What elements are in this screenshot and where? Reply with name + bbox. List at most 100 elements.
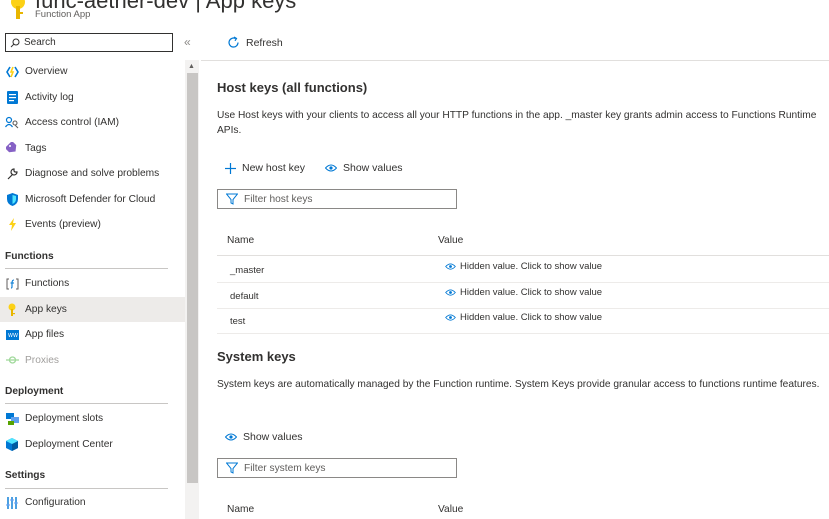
sidebar-item-activity-log[interactable]: Activity log (0, 85, 185, 111)
app-files-icon: WW (5, 328, 19, 342)
section-divider (5, 268, 168, 269)
sidebar-item-overview[interactable]: Overview (0, 59, 185, 85)
search-icon (10, 38, 20, 47)
command-bar: Refresh (201, 28, 829, 61)
host-keys-heading: Host keys (all functions) (217, 80, 368, 95)
wrench-icon (5, 167, 19, 181)
sidebar-item-label: Configuration (25, 497, 86, 509)
hidden-value-text: Hidden value. Click to show value (460, 287, 603, 298)
iam-icon (5, 116, 19, 130)
key-icon (5, 302, 19, 316)
sidebar-item-label: Diagnose and solve problems (25, 168, 160, 180)
sliders-icon (5, 496, 19, 510)
filter-host-keys-input[interactable]: Filter host keys (217, 189, 457, 209)
hidden-value-link[interactable]: Hidden value. Click to show value (445, 261, 602, 272)
sidebar-item-deployment-center[interactable]: Deployment Center (0, 432, 185, 458)
hidden-value-text: Hidden value. Click to show value (460, 261, 603, 272)
sidebar-item-label: Activity log (25, 91, 74, 103)
sidebar-item-label: Tags (25, 142, 47, 154)
sidebar-item-label: Functions (25, 278, 70, 290)
section-divider (5, 403, 168, 404)
table-row: _master Hidden value. Click to show valu… (217, 257, 829, 283)
eye-icon (445, 314, 456, 321)
sidebar-nav-functions: Functions App keys WW App files Proxies (0, 271, 185, 373)
show-host-values-button[interactable]: Show values (325, 162, 403, 174)
sidebar-item-app-keys[interactable]: App keys (0, 296, 185, 322)
sidebar-item-configuration[interactable]: Configuration (0, 490, 185, 516)
key-name: _master (230, 265, 265, 276)
system-keys-heading: System keys (217, 349, 296, 364)
refresh-icon (228, 36, 239, 48)
scroll-up-arrow-icon[interactable]: ▲ (188, 63, 195, 70)
sidebar-item-label: App files (25, 329, 65, 341)
filter-placeholder: Filter host keys (244, 193, 313, 205)
filter-icon (226, 462, 238, 474)
lightning-icon (5, 218, 19, 232)
shield-icon (5, 192, 19, 206)
sidebar-search-input[interactable]: Search (5, 33, 173, 52)
sidebar-item-label: Deployment Center (25, 438, 113, 450)
column-header-name[interactable]: Name (227, 504, 254, 515)
plus-icon (225, 162, 236, 174)
sidebar-item-diagnose[interactable]: Diagnose and solve problems (0, 161, 185, 187)
blade-header: func-aether-dev | App keys Function App (0, 0, 829, 28)
hidden-value-link[interactable]: Hidden value. Click to show value (445, 312, 602, 323)
sidebar-nav-deployment: Deployment slots Deployment Center (0, 406, 185, 457)
column-header-value[interactable]: Value (438, 504, 463, 515)
proxy-icon (5, 353, 19, 367)
key-name: test (230, 316, 246, 327)
eye-icon (445, 289, 456, 296)
sidebar-item-label: Microsoft Defender for Cloud (25, 193, 156, 205)
filter-placeholder: Filter system keys (244, 462, 326, 474)
refresh-label: Refresh (246, 36, 283, 49)
section-divider (5, 488, 168, 489)
table-row: test Hidden value. Click to show value (217, 308, 829, 334)
sidebar-nav-top: Overview Activity log Access control (IA… (0, 59, 185, 238)
collapse-sidebar-button[interactable]: « (184, 35, 191, 49)
system-keys-description: System keys are automatically managed by… (217, 379, 820, 390)
svg-text:WW: WW (8, 333, 18, 339)
eye-icon (445, 263, 456, 270)
new-host-key-button[interactable]: New host key (225, 162, 305, 174)
host-keys-table-header: Name Value (217, 226, 829, 256)
filter-system-keys-input[interactable]: Filter system keys (217, 458, 457, 478)
hidden-value-link[interactable]: Hidden value. Click to show value (445, 287, 602, 298)
host-keys-description: Use Host keys with your clients to acces… (217, 110, 817, 136)
sidebar-item-label: Deployment slots (25, 413, 104, 425)
sidebar-nav-settings: Configuration (0, 490, 185, 516)
overview-icon (5, 65, 19, 79)
sidebar-scrollbar-thumb[interactable] (187, 73, 198, 483)
sidebar-item-label: Events (preview) (25, 219, 101, 231)
sidebar-item-label: Proxies (25, 354, 59, 366)
key-name: default (230, 291, 259, 302)
key-icon (11, 0, 25, 19)
system-keys-table-header: Name Value (217, 495, 829, 519)
new-host-key-label: New host key (242, 162, 306, 174)
sidebar-item-functions[interactable]: Functions (0, 271, 185, 297)
sidebar-item-tags[interactable]: Tags (0, 136, 185, 162)
eye-icon (225, 433, 237, 441)
sidebar-item-events[interactable]: Events (preview) (0, 212, 185, 238)
show-system-values-button[interactable]: Show values (225, 431, 303, 443)
column-header-name[interactable]: Name (227, 235, 254, 246)
sidebar-item-deployment-slots[interactable]: Deployment slots (0, 406, 185, 432)
sidebar-item-proxies[interactable]: Proxies (0, 348, 185, 374)
slots-icon (5, 412, 19, 426)
filter-icon (226, 193, 238, 205)
refresh-button[interactable]: Refresh (227, 36, 283, 49)
cube-icon (5, 437, 19, 451)
section-header-deployment: Deployment (5, 386, 64, 397)
activity-log-icon (5, 90, 19, 104)
sidebar-item-app-files[interactable]: WW App files (0, 322, 185, 348)
page-subtitle: Function App (35, 9, 91, 20)
column-header-value[interactable]: Value (438, 235, 463, 246)
sidebar-item-defender[interactable]: Microsoft Defender for Cloud (0, 187, 185, 213)
sidebar-item-label: App keys (25, 303, 67, 315)
section-header-settings: Settings (5, 470, 46, 481)
show-values-label: Show values (343, 162, 403, 174)
function-icon (5, 277, 19, 291)
sidebar-item-access-control[interactable]: Access control (IAM) (0, 110, 185, 136)
sidebar-item-label: Access control (IAM) (25, 117, 119, 129)
eye-icon (325, 164, 337, 172)
tag-icon (5, 141, 19, 155)
